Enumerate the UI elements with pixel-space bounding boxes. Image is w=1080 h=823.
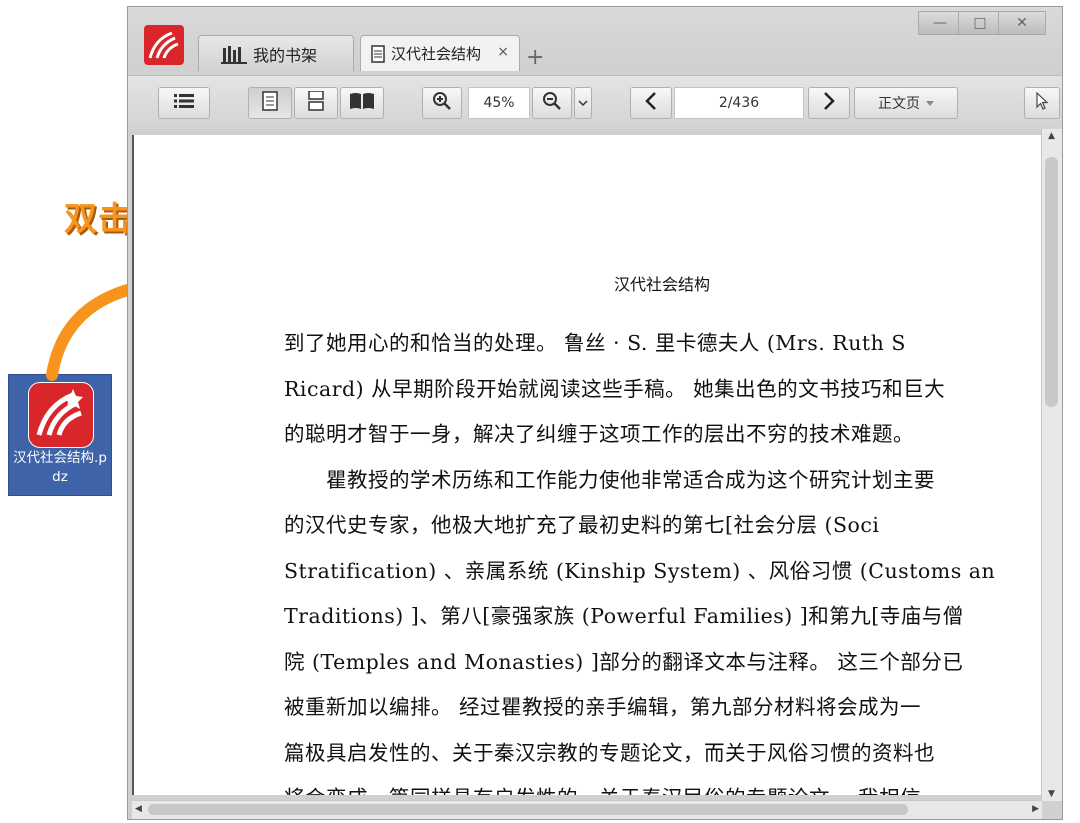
zoom-dropdown-button[interactable] <box>574 87 592 119</box>
toc-button[interactable] <box>158 87 210 119</box>
cursor-icon <box>1035 91 1049 114</box>
tab-current-book[interactable]: 汉代社会结构 × <box>360 35 520 71</box>
tab-current-book-label: 汉代社会结构 <box>391 45 482 63</box>
single-page-view-button[interactable] <box>248 87 292 119</box>
scroll-right-icon[interactable]: ▶ <box>1032 804 1039 814</box>
title-bar: 我的书架 汉代社会结构 × + — □ ✕ <box>128 7 1062 75</box>
zoom-out-button[interactable] <box>532 87 572 119</box>
file-name-label: 汉代社会结构.pdz <box>13 450 107 485</box>
bookshelf-icon <box>221 44 247 64</box>
next-page-button[interactable] <box>808 87 850 119</box>
reader-window: 我的书架 汉代社会结构 × + — □ ✕ 45% 2/436 正文页 汉代社会… <box>127 6 1063 820</box>
text-line: 瞿教授的学术历练和工作能力使他非常适合成为这个研究计划主要 <box>284 467 935 492</box>
text-line: 的聪明才智于一身，解决了纠缠于这项工作的层出不穷的技术难题。 <box>284 422 914 446</box>
chevron-right-icon <box>823 92 835 114</box>
desktop-file-icon[interactable]: 汉代社会结构.pdz <box>8 374 112 496</box>
text-line: 被重新加以编排。 经过瞿教授的亲手编辑，第九部分材料将会成为一 <box>284 695 922 719</box>
horizontal-scrollbar[interactable]: ◀ ▶ <box>132 800 1042 819</box>
scroll-up-icon[interactable]: ▲ <box>1048 131 1055 141</box>
scroll-down-icon[interactable]: ▼ <box>1048 789 1055 799</box>
toolbar: 45% 2/436 正文页 <box>128 75 1062 130</box>
text-line: 的汉代史专家，他极大地扩充了最初史料的第七[社会分层 (Soci <box>284 513 880 537</box>
single-page-icon <box>262 91 278 115</box>
minimize-button[interactable]: — <box>918 11 962 35</box>
tab-close-icon[interactable]: × <box>497 44 509 60</box>
horizontal-scroll-thumb[interactable] <box>148 804 908 815</box>
previous-page-button[interactable] <box>630 87 672 119</box>
chaoxing-logo-icon <box>28 382 94 448</box>
maximize-button[interactable]: □ <box>958 11 1002 35</box>
text-line: 将会变成一篇同样具有启发性的、关于秦汉民俗的专题论文。 我相信 <box>284 776 1048 795</box>
tab-bookshelf-label: 我的书架 <box>253 45 318 65</box>
zoom-out-icon <box>542 91 562 115</box>
continuous-page-icon <box>308 90 324 115</box>
running-head: 汉代社会结构 <box>614 275 711 294</box>
zoom-in-button[interactable] <box>422 87 462 119</box>
text-line: Traditions) ]、第八[豪强家族 (Powerful Families… <box>284 604 964 628</box>
text-line: 篇极具启发性的、关于秦汉宗教的专题论文，而关于风俗习惯的资料也 <box>284 740 935 765</box>
section-dropdown[interactable]: 正文页 <box>854 87 958 119</box>
open-book-icon <box>349 92 375 114</box>
text-line: 到了她用心的和恰当的处理。 鲁丝 · S. 里卡德夫人 (Mrs. Ruth S <box>284 331 906 355</box>
double-page-view-button[interactable] <box>340 87 384 119</box>
list-icon <box>174 93 194 113</box>
section-dropdown-label: 正文页 <box>878 96 920 112</box>
zoom-level-field[interactable]: 45% <box>468 87 530 119</box>
document-page: 汉代社会结构 到了她用心的和恰当的处理。 鲁丝 · S. 里卡德夫人 (Mrs.… <box>132 135 1048 795</box>
select-tool-button[interactable] <box>1024 87 1060 119</box>
vertical-scroll-thumb[interactable] <box>1045 157 1058 407</box>
chevron-down-icon <box>926 95 934 111</box>
chevron-left-icon <box>645 92 657 114</box>
add-tab-button[interactable]: + <box>526 47 544 69</box>
text-line: Ricard) 从早期阶段开始就阅读这些手稿。 她集出色的文书技巧和巨大 <box>284 376 946 401</box>
document-viewer[interactable]: 汉代社会结构 到了她用心的和恰当的处理。 鲁丝 · S. 里卡德夫人 (Mrs.… <box>128 129 1062 819</box>
close-window-button[interactable]: ✕ <box>998 11 1046 35</box>
document-icon <box>371 44 385 63</box>
tab-bookshelf[interactable]: 我的书架 <box>198 35 354 71</box>
text-line: Stratification) 、亲属系统 (Kinship System) 、… <box>284 558 996 583</box>
text-line: 院 (Temples and Monasties) ]部分的翻译文本与注释。 这… <box>284 649 964 674</box>
page-text: 到了她用心的和恰当的处理。 鲁丝 · S. 里卡德夫人 (Mrs. Ruth S… <box>284 321 1048 795</box>
zoom-in-icon <box>432 91 452 115</box>
chevron-down-icon <box>578 95 588 111</box>
vertical-scrollbar[interactable]: ▲ ▼ <box>1041 129 1062 801</box>
continuous-view-button[interactable] <box>294 87 338 119</box>
page-number-field[interactable]: 2/436 <box>674 87 804 119</box>
scroll-left-icon[interactable]: ◀ <box>135 804 142 814</box>
app-logo-icon <box>144 25 184 65</box>
